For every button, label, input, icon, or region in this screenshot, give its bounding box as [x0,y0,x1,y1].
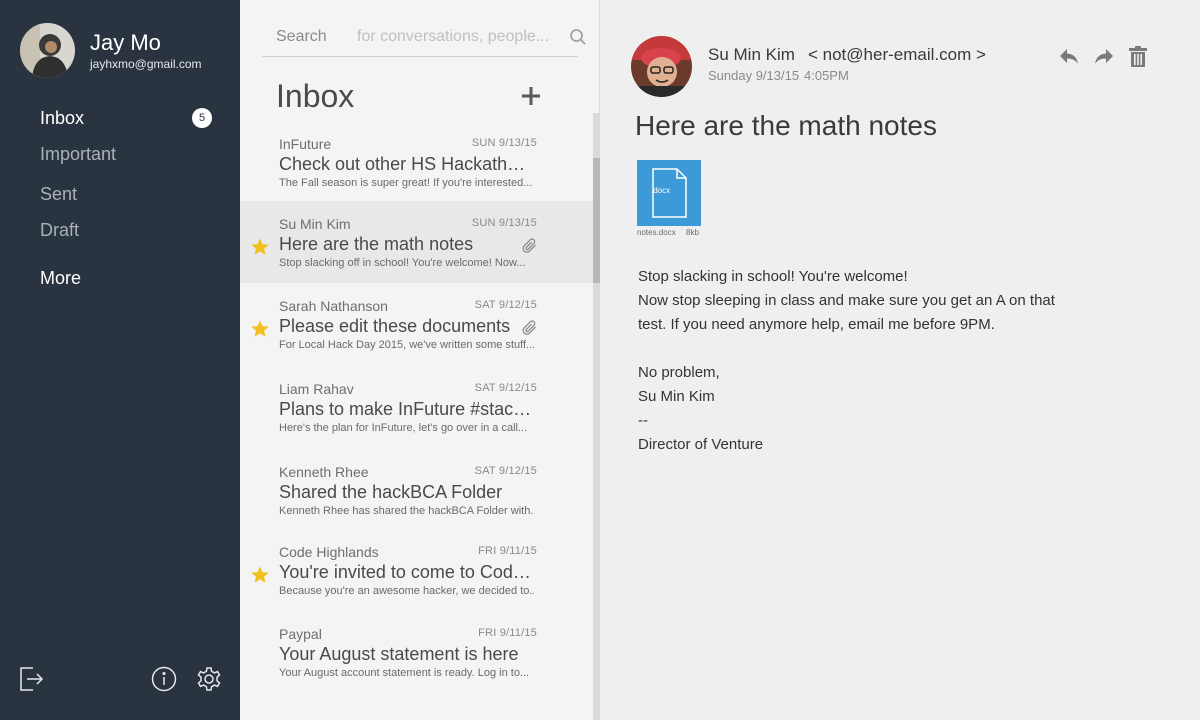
mail-subject: Shared the hackBCA Folder [279,482,503,502]
sender-avatar [631,36,692,97]
mail-list-item[interactable]: Su Min Kim SUN 9/13/15 Here are the math n… [240,201,593,283]
star-icon[interactable] [250,237,270,257]
mail-sender: Sarah Nathanson [279,298,388,314]
mail-preview: Kenneth Rhee has shared the hackBCA Fold… [279,505,534,517]
mail-list-item[interactable]: Kenneth Rhee SAT 9/12/15 Shared the hackBC… [240,449,593,531]
search-label: Search [276,28,327,45]
mail-date: SUN 9/13/15 [471,217,537,229]
message-list-panel: Search for conversations, people... Inbo… [240,0,600,720]
user-name: Jay Mo [90,29,161,55]
list-title: Inbox [276,78,355,114]
mail-sender: Liam Rahav [279,381,354,397]
mail-date: SAT 9/12/15 [474,382,537,394]
mail-list-item[interactable]: Sarah Nathanson SAT 9/12/15 Please edit th… [240,283,593,365]
paperclip-icon [522,320,538,336]
mail-list-item[interactable]: InFuture SUN 9/13/15 Check out other HS Ha… [240,121,593,203]
logout-icon[interactable] [18,666,44,692]
star-icon[interactable] [250,565,270,585]
mail-sender: Su Min Kim [279,216,351,232]
mail-sender: Kenneth Rhee [279,464,369,480]
reading-pane: Su Min Kim < not@her-email.com > Sunday … [600,0,1200,720]
mail-date: SUN 9/13/15 [471,137,537,149]
mail-preview: The Fall season is super great! If you'r… [279,177,533,189]
user-email: jayhxmo@gmail.com [90,56,202,71]
mail-sender: Code Highlands [279,544,379,560]
forward-icon[interactable] [1093,45,1115,67]
attachment-file[interactable]: .docx [637,160,701,226]
attachment-name: notes.docx [637,228,676,237]
attachment-ext: .docx [651,186,671,195]
mail-sender: Paypal [279,626,322,642]
mail-preview: Here's the plan for InFuture, let's go o… [279,422,528,434]
paperclip-icon [522,238,538,254]
inbox-count-badge: 5 [192,108,212,128]
profile[interactable]: Jay Mo jayhxmo@gmail.com [20,23,202,78]
message-body-line: Stop slacking in school! You're welcome! [638,268,908,285]
message-subject: Here are the math notes [635,110,937,141]
message-body-line: Su Min Kim [638,388,715,405]
message-day: Sunday 9/13/15 [708,68,800,83]
search-bar[interactable]: Search for conversations, people... [262,22,586,57]
nav-sent[interactable]: Sent [40,184,77,205]
mail-sender: InFuture [279,136,332,152]
message-body: Stop slacking in school! You're welcome!… [638,264,1098,456]
user-avatar[interactable] [20,23,75,78]
mail-subject: Here are the math notes [279,234,474,254]
message-time: 4:05PM [804,68,849,83]
sender-email: < not@her-email.com > [808,45,986,64]
mail-preview: Because you're an awesome hacker, we dec… [279,585,534,597]
nav-inbox[interactable]: Inbox [40,108,84,129]
mail-date: FRI 9/11/15 [478,545,537,557]
nav-more[interactable]: More [40,268,81,289]
sidebar: Jay Mo jayhxmo@gmail.com Inbox 5 Importa… [0,0,240,720]
mail-preview: For Local Hack Day 2015, we've written s… [279,339,534,351]
mail-date: SAT 9/12/15 [474,465,537,477]
compose-button[interactable] [521,86,541,106]
mail-preview: Your August account statement is ready. … [279,667,530,679]
message-body-line: Now stop sleeping in class and make sure… [638,292,1055,309]
nav-draft[interactable]: Draft [40,220,79,241]
nav-important[interactable]: Important [40,144,116,165]
message-body-line: -- [638,412,648,429]
message-body-line: No problem, [638,364,720,381]
star-icon[interactable] [250,319,270,339]
gear-icon[interactable] [196,666,222,692]
reply-icon[interactable] [1058,45,1080,67]
info-icon[interactable] [151,666,177,692]
message-body-line [638,336,1098,360]
mail-subject: Check out other HS Hackathons [279,154,534,174]
mail-subject: You're invited to come to Code... [279,562,534,582]
attachment-size: 8kb [686,228,699,237]
mail-preview: Stop slacking off in school! You're welc… [279,257,526,269]
mail-subject: Your August statement is here [279,644,519,664]
mail-list-item[interactable]: Paypal FRI 9/11/15 Your August statement i… [240,611,593,693]
message-body-line: Director of Venture [638,436,764,453]
mail-subject: Please edit these documents [279,316,511,336]
mail-date: SAT 9/12/15 [474,299,537,311]
mail-list-item[interactable]: Liam Rahav SAT 9/12/15 Plans to make InFut… [240,366,593,448]
search-input[interactable]: for conversations, people... [357,28,562,46]
mail-subject: Plans to make InFuture #stacked [279,399,534,419]
scrollbar-thumb[interactable] [593,158,600,283]
message-body-line: test. If you need anymore help, email me… [638,316,995,333]
mail-list-item[interactable]: Code Highlands FRI 9/11/15 You're invited … [240,529,593,611]
trash-icon[interactable] [1127,45,1149,67]
sender-name: Su Min Kim [708,45,795,64]
mail-date: FRI 9/11/15 [478,627,537,639]
search-icon[interactable] [569,28,587,46]
